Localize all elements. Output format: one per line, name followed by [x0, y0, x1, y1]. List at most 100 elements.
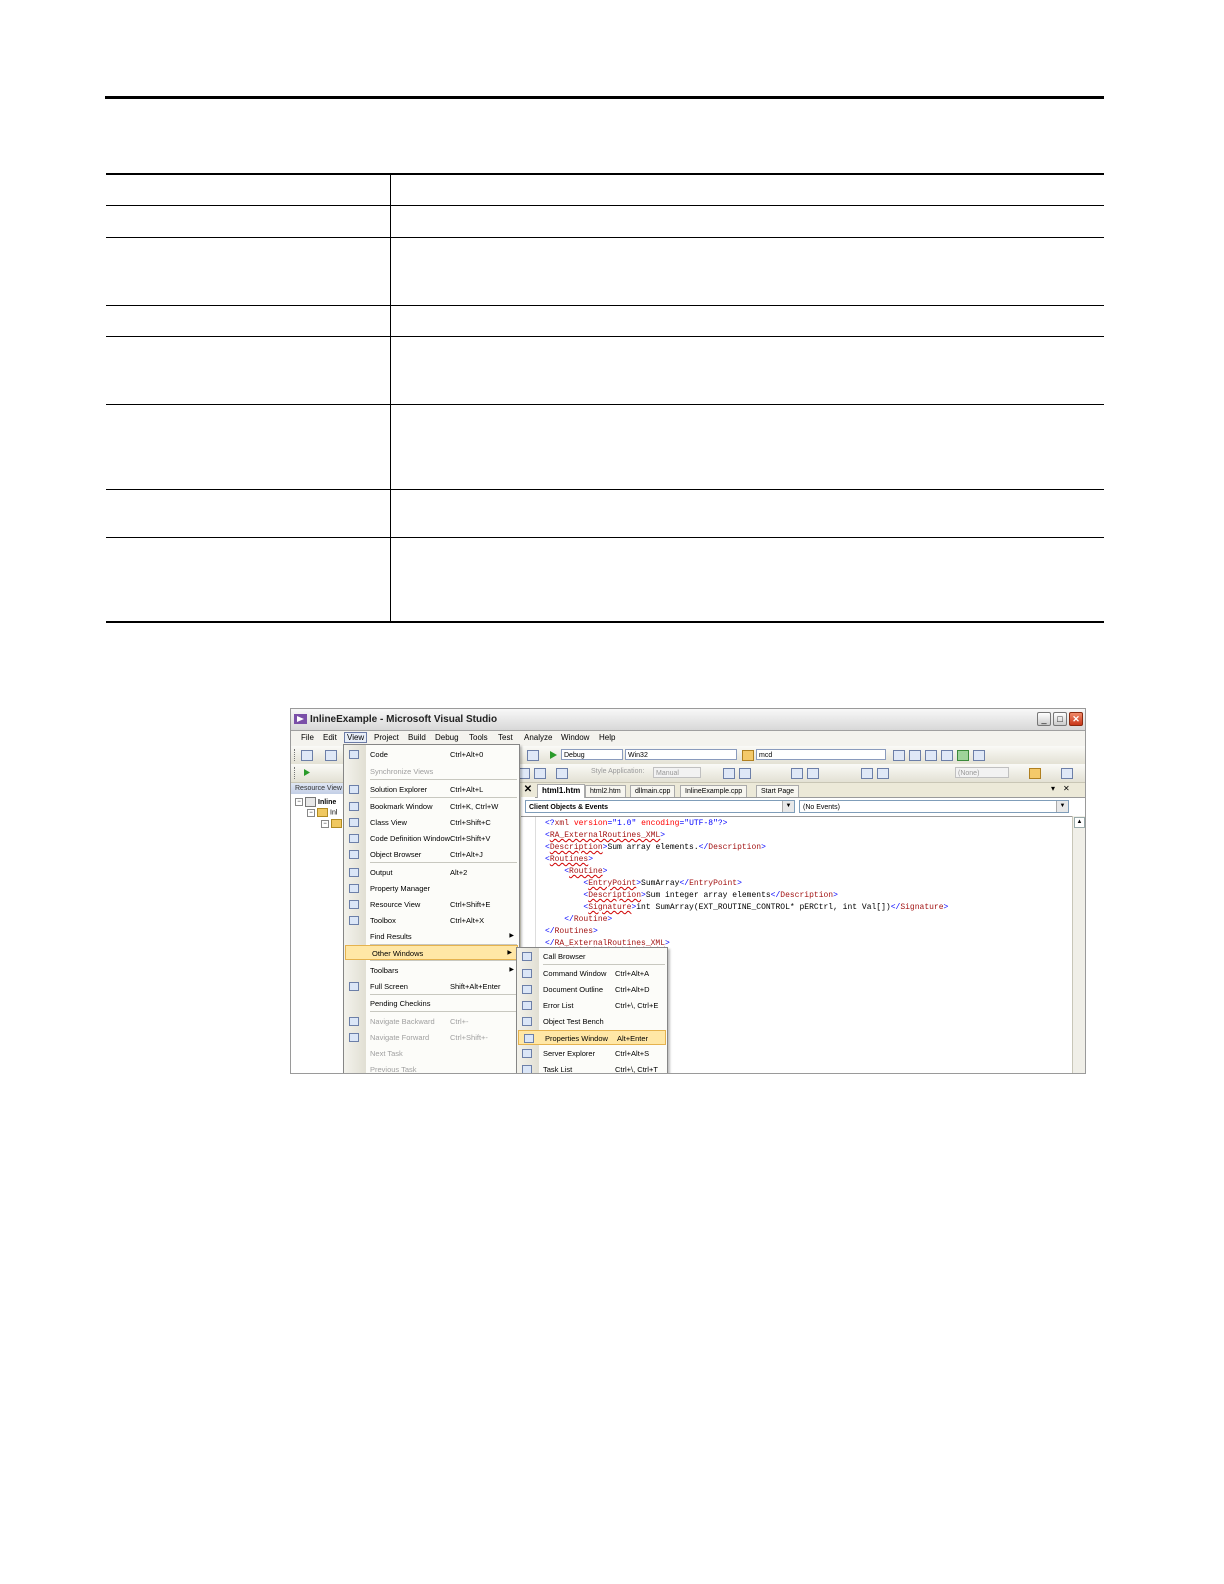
align-right-icon[interactable] — [807, 768, 819, 779]
collapse-icon[interactable]: − — [295, 798, 303, 806]
tree-grandchild[interactable]: − — [321, 819, 342, 828]
view-menu-item[interactable]: Navigate Forward Ctrl+Shift+- — [344, 1030, 519, 1045]
format-icon[interactable] — [723, 768, 735, 779]
menu-test[interactable]: Test — [498, 733, 513, 742]
menu-build[interactable]: Build — [408, 733, 426, 742]
menu-edit[interactable]: Edit — [323, 733, 337, 742]
collapse-icon[interactable]: − — [307, 808, 315, 817]
tab-html1[interactable]: html1.htm — [537, 784, 586, 798]
menu-item-label: Bookmark Window — [370, 802, 433, 811]
view-menu-item[interactable]: Toolbars ▶ — [344, 963, 519, 978]
view-menu-item[interactable]: Resource View Ctrl+Shift+E — [344, 897, 519, 912]
view-menu-item[interactable]: Solution Explorer Ctrl+Alt+L — [344, 782, 519, 797]
other-windows-item[interactable]: Error List Ctrl+\, Ctrl+E — [517, 998, 667, 1013]
other-windows-item[interactable]: Properties Window Alt+Enter — [518, 1030, 666, 1045]
close-panel-icon[interactable]: ✕ — [521, 783, 535, 797]
object-browser-icon[interactable] — [925, 750, 937, 761]
chevron-down-icon[interactable]: ▼ — [1056, 801, 1068, 812]
tree-child[interactable]: − Inl — [307, 808, 337, 817]
other-windows-item[interactable]: Document Outline Ctrl+Alt+D — [517, 982, 667, 997]
layer-icon[interactable] — [877, 768, 889, 779]
menu-file[interactable]: File — [301, 733, 314, 742]
view-menu-item[interactable]: Full Screen Shift+Alt+Enter — [344, 979, 519, 994]
add-item-icon[interactable] — [325, 750, 337, 761]
view-menu-item[interactable]: Previous Task — [344, 1062, 519, 1074]
undo-icon[interactable] — [527, 750, 539, 761]
command-window-icon[interactable] — [973, 750, 985, 761]
maximize-button[interactable]: □ — [1053, 712, 1067, 726]
view-menu-item[interactable]: Property Manager — [344, 881, 519, 896]
menu-window[interactable]: Window — [561, 733, 589, 742]
view-menu-item[interactable]: Object Browser Ctrl+Alt+J — [344, 847, 519, 862]
table-row — [106, 305, 1104, 337]
toolbar-grip[interactable] — [294, 749, 297, 761]
table-icon[interactable] — [861, 768, 873, 779]
menu-help[interactable]: Help — [599, 733, 615, 742]
vertical-scrollbar[interactable]: ▲ — [1072, 816, 1085, 1073]
view-menu-item[interactable]: Bookmark Window Ctrl+K, Ctrl+W — [344, 799, 519, 814]
solution-configuration-select[interactable]: Debug — [561, 749, 623, 760]
other-windows-item[interactable]: Task List Ctrl+\, Ctrl+T — [517, 1062, 667, 1073]
view-menu-item[interactable]: Code Definition Window Ctrl+Shift+V — [344, 831, 519, 846]
view-menu-item[interactable]: Output Alt+2 — [344, 865, 519, 880]
view-menu-item[interactable]: Pending Checkins — [344, 996, 519, 1011]
run-icon[interactable] — [303, 768, 311, 777]
comment-icon[interactable] — [556, 768, 568, 779]
grid-icon[interactable] — [1061, 768, 1073, 779]
other-windows-item[interactable]: Call Browser — [517, 949, 667, 964]
properties-icon[interactable] — [909, 750, 921, 761]
view-menu: Code Ctrl+Alt+0 Synchronize Views Solution … — [343, 744, 520, 1074]
tab-inlineexample[interactable]: InlineExample.cpp — [680, 785, 748, 797]
view-menu-item[interactable]: Toolbox Ctrl+Alt+X — [344, 913, 519, 928]
bold-icon[interactable] — [739, 768, 751, 779]
toolbar-grip[interactable] — [294, 767, 297, 779]
start-debugging-icon[interactable] — [549, 750, 558, 760]
view-menu-item[interactable]: Class View Ctrl+Shift+C — [344, 815, 519, 830]
indent-icon[interactable] — [534, 768, 546, 779]
find-in-files-icon[interactable] — [742, 750, 754, 761]
events-select[interactable]: (No Events) ▼ — [799, 800, 1069, 813]
menu-debug[interactable]: Debug — [435, 733, 459, 742]
close-button[interactable]: ✕ — [1069, 712, 1083, 726]
view-menu-item[interactable]: Synchronize Views — [344, 764, 519, 779]
new-project-icon[interactable] — [301, 750, 313, 761]
other-windows-item[interactable]: Command Window Ctrl+Alt+A — [517, 966, 667, 981]
menu-tools[interactable]: Tools — [469, 733, 488, 742]
menu-item-label: Toolbars — [370, 966, 399, 975]
toolbox-icon[interactable] — [941, 750, 953, 761]
view-menu-item[interactable]: Next Task — [344, 1046, 519, 1061]
menu-view[interactable]: View — [344, 732, 368, 743]
chevron-down-icon[interactable]: ▼ — [782, 801, 794, 812]
tab-dropdown-icon[interactable]: ▾ — [1051, 784, 1055, 793]
folder-icon[interactable] — [1029, 768, 1041, 779]
client-objects-select[interactable]: Client Objects & Events ▼ — [525, 800, 795, 813]
tab-start-page[interactable]: Start Page — [756, 785, 800, 797]
view-menu-item[interactable]: Code Ctrl+Alt+0 — [344, 747, 519, 762]
solution-explorer-icon[interactable] — [893, 750, 905, 761]
find-combo[interactable]: mcd — [756, 749, 886, 760]
solution-platform-select[interactable]: Win32 — [625, 749, 737, 760]
start-page-icon[interactable] — [957, 750, 969, 761]
minimize-button[interactable]: _ — [1037, 712, 1051, 726]
menu-analyze[interactable]: Analyze — [524, 733, 552, 742]
menu-item-label: Toolbox — [370, 916, 396, 925]
other-windows-item[interactable]: Object Test Bench — [517, 1014, 667, 1029]
table-row — [106, 489, 1104, 538]
menu-item-icon — [349, 1017, 359, 1026]
tab-html2[interactable]: html2.htm — [585, 785, 626, 797]
tree-root[interactable]: − Inline — [295, 797, 336, 807]
scroll-up-icon[interactable]: ▲ — [1074, 817, 1085, 828]
menu-project[interactable]: Project — [374, 733, 399, 742]
close-document-icon[interactable]: ✕ — [1063, 784, 1070, 793]
collapse-icon[interactable]: − — [321, 819, 329, 828]
tab-dllmain[interactable]: dllmain.cpp — [630, 785, 676, 797]
view-menu-item[interactable]: Other Windows ▶ — [345, 945, 518, 960]
view-menu-item[interactable]: Find Results ▶ — [344, 929, 519, 944]
target-select[interactable]: (None) — [955, 767, 1009, 778]
align-left-icon[interactable] — [791, 768, 803, 779]
menu-item-shortcut: Ctrl+Shift+C — [450, 818, 491, 827]
style-application-select[interactable]: Manual — [653, 767, 701, 778]
menu-item-label: Previous Task — [370, 1065, 417, 1074]
other-windows-item[interactable]: Server Explorer Ctrl+Alt+S — [517, 1046, 667, 1061]
view-menu-item[interactable]: Navigate Backward Ctrl+- — [344, 1014, 519, 1029]
